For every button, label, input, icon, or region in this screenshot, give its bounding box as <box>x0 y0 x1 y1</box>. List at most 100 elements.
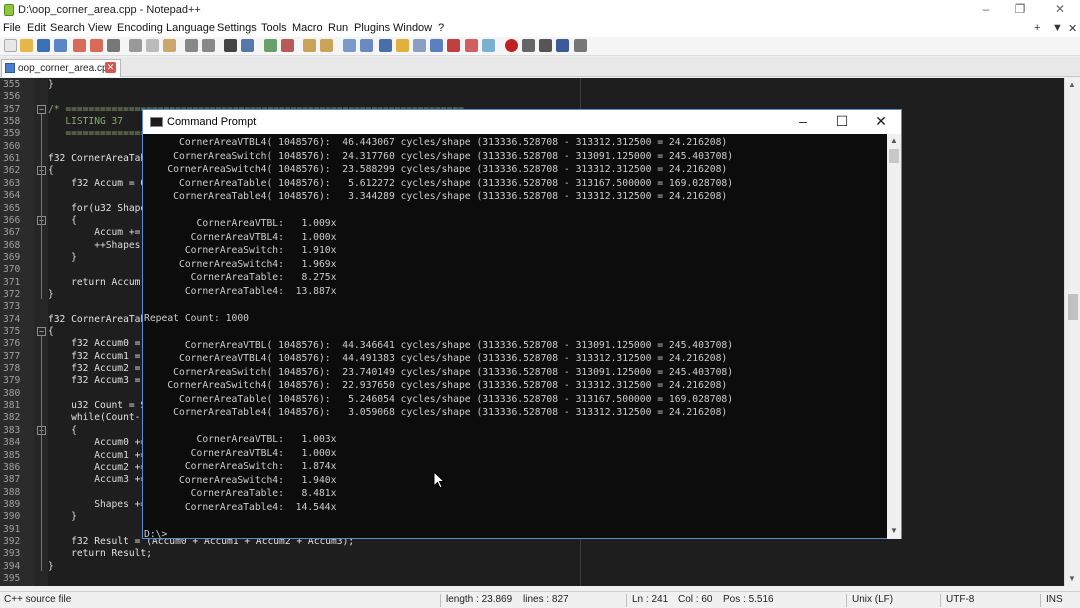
saved-file-icon <box>5 63 15 73</box>
code-line[interactable]: 394} <box>0 561 1064 573</box>
open-file-icon[interactable] <box>20 39 33 52</box>
menu-file[interactable]: File <box>3 22 21 34</box>
code-text: return Accum; <box>48 276 147 288</box>
replace-icon[interactable] <box>241 39 254 52</box>
line-number: 371 <box>3 276 21 288</box>
cmd-title-bar[interactable]: Command Prompt – ☐ ✕ <box>143 110 901 134</box>
udl-icon[interactable] <box>396 39 409 52</box>
monitoring-icon[interactable] <box>465 39 478 52</box>
fold-guide-line <box>41 434 42 522</box>
code-text: } <box>48 288 54 300</box>
menu-settings[interactable]: Settings <box>217 22 257 34</box>
function-list-icon[interactable] <box>430 39 443 52</box>
cmd-scrollbar-thumb[interactable] <box>889 149 899 163</box>
line-number: 391 <box>3 523 21 535</box>
console-line: CornerAreaSwitch4( 1048576): 22.937650 c… <box>144 380 728 391</box>
scroll-up-arrow-icon[interactable]: ▲ <box>1068 80 1076 89</box>
menu-language[interactable]: Language <box>166 22 215 34</box>
cmd-close-button[interactable]: ✕ <box>871 113 891 130</box>
menu-encoding[interactable]: Encoding <box>117 22 163 34</box>
menu-macro[interactable]: Macro <box>292 22 323 34</box>
show-all-chars-icon[interactable] <box>360 39 373 52</box>
cmd-maximize-button[interactable]: ☐ <box>832 113 852 130</box>
new-file-icon[interactable] <box>4 39 17 52</box>
menu-plugins[interactable]: Plugins <box>354 22 390 34</box>
indent-guide-icon[interactable] <box>379 39 392 52</box>
play-macro-icon[interactable] <box>539 39 552 52</box>
find-icon[interactable] <box>224 39 237 52</box>
console-line: CornerAreaSwitch( 1048576): 24.317760 cy… <box>144 150 734 162</box>
menu-edit[interactable]: Edit <box>27 22 46 34</box>
copy-icon[interactable] <box>146 39 159 52</box>
cmd-vertical-scrollbar[interactable]: ▲ ▼ <box>887 134 901 539</box>
cut-icon[interactable] <box>129 39 142 52</box>
stop-macro-icon[interactable] <box>522 39 535 52</box>
code-text: f32 Accum1 = <box>48 350 147 362</box>
status-length: length : 23.869 <box>446 594 513 605</box>
run-macro-multiple-icon[interactable] <box>556 39 569 52</box>
cmd-scroll-up-arrow-icon[interactable]: ▲ <box>890 136 898 145</box>
redo-icon[interactable] <box>202 39 215 52</box>
notepadpp-app-icon <box>4 4 14 16</box>
code-text: } <box>48 511 77 523</box>
window-title: D:\oop_corner_area.cpp - Notepad++ <box>18 4 201 16</box>
view-icon[interactable] <box>482 39 495 52</box>
folder-as-workspace-icon[interactable] <box>447 39 460 52</box>
line-number: 384 <box>3 437 21 449</box>
menu-help[interactable]: ? <box>438 22 444 34</box>
code-line[interactable]: 393 return Result; <box>0 548 1064 560</box>
save-macro-icon[interactable] <box>574 39 587 52</box>
close-window-button[interactable]: ✕ <box>1050 2 1070 16</box>
line-number: 380 <box>3 387 21 399</box>
sync-horizontal-icon[interactable] <box>320 39 333 52</box>
code-text: while(Count-- <box>48 412 147 424</box>
command-prompt-window[interactable]: Command Prompt – ☐ ✕ CornerAreaVTBL4( 10… <box>142 109 902 539</box>
code-line[interactable]: 395 <box>0 573 1064 585</box>
fold-guide-line <box>41 224 42 262</box>
sync-vertical-icon[interactable] <box>303 39 316 52</box>
editor-vertical-scrollbar[interactable]: ▲ ▼ <box>1064 78 1080 586</box>
close-document-button[interactable]: ✕ <box>1068 22 1077 35</box>
doc-map-icon[interactable] <box>413 39 426 52</box>
status-insert-mode: INS <box>1046 594 1063 605</box>
cmd-minimize-button[interactable]: – <box>793 113 813 129</box>
scroll-down-arrow-icon[interactable]: ▼ <box>1068 574 1076 583</box>
status-separator <box>1040 594 1041 607</box>
print-icon[interactable] <box>107 39 120 52</box>
code-text: Accum3 += <box>48 474 147 486</box>
code-line[interactable]: 356 <box>0 91 1064 103</box>
new-tab-button[interactable]: + <box>1034 22 1040 34</box>
console-line: CornerAreaTable4: 13.887x <box>144 285 337 297</box>
zoom-out-icon[interactable] <box>281 39 294 52</box>
fold-toggle-icon[interactable]: − <box>37 327 46 336</box>
undo-icon[interactable] <box>185 39 198 52</box>
tab-list-button[interactable]: ▼ <box>1052 22 1063 34</box>
menu-tools[interactable]: Tools <box>261 22 287 34</box>
code-text: Accum2 += <box>48 461 147 473</box>
word-wrap-icon[interactable] <box>343 39 356 52</box>
menu-run[interactable]: Run <box>328 22 348 34</box>
console-line: CornerAreaSwitch( 1048576): 23.740149 cy… <box>144 366 734 378</box>
code-line[interactable]: 355} <box>0 79 1064 91</box>
close-file-icon[interactable] <box>73 39 86 52</box>
save-all-icon[interactable] <box>54 39 67 52</box>
tab-oop-corner-area[interactable]: oop_corner_area.cpp ✕ <box>1 59 121 77</box>
notepadpp-title-bar: D:\oop_corner_area.cpp - Notepad++ – ❐ ✕ <box>0 0 1080 20</box>
restore-button[interactable]: ❐ <box>1010 2 1030 16</box>
record-macro-icon[interactable] <box>505 39 518 52</box>
paste-icon[interactable] <box>163 39 176 52</box>
tab-close-icon[interactable]: ✕ <box>105 62 116 73</box>
fold-toggle-icon[interactable]: − <box>37 104 46 114</box>
menu-window[interactable]: Window <box>393 22 432 34</box>
menu-search[interactable]: Search <box>50 22 85 34</box>
scrollbar-thumb[interactable] <box>1068 294 1078 320</box>
console-line: CornerAreaTable( 1048576): 5.246054 cycl… <box>144 393 734 405</box>
save-icon[interactable] <box>37 39 50 52</box>
minimize-button[interactable]: – <box>976 2 996 16</box>
cmd-scroll-down-arrow-icon[interactable]: ▼ <box>890 526 898 535</box>
console-line: CornerAreaSwitch: 1.910x <box>144 245 337 256</box>
close-all-icon[interactable] <box>90 39 103 52</box>
console-output[interactable]: CornerAreaVTBL4( 1048576): 46.443067 cyc… <box>143 134 887 539</box>
menu-view[interactable]: View <box>88 22 112 34</box>
zoom-in-icon[interactable] <box>264 39 277 52</box>
